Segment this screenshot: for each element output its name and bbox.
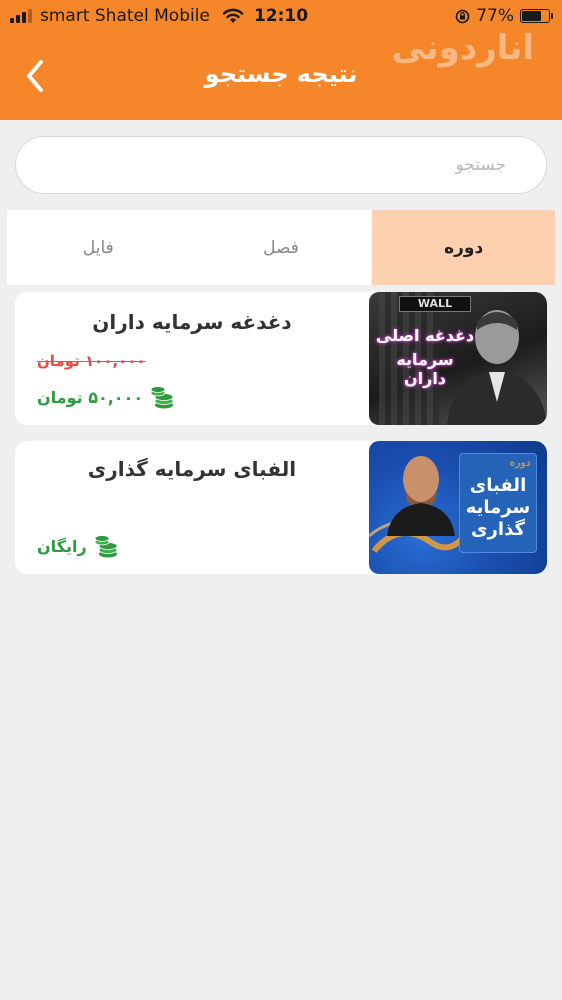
tab-file[interactable]: فایل <box>7 210 190 285</box>
old-price: ۱۰۰,۰۰۰ تومان <box>37 352 146 370</box>
battery-icon <box>520 9 553 23</box>
result-type-tabs: دوره فصل فایل <box>7 210 555 285</box>
course-thumbnail: دوره الفبای سرمایه گذاری <box>369 441 547 574</box>
coins-icon <box>150 386 174 409</box>
thumb-title-line2: سرمایه <box>465 497 531 518</box>
price-row: رایگان <box>37 533 119 559</box>
tab-chapter[interactable]: فصل <box>190 210 373 285</box>
current-price: ۵۰,۰۰۰ تومان <box>37 387 144 407</box>
course-title: دغدغه سرمایه داران <box>92 310 292 334</box>
course-title: الفبای سرمایه گذاری <box>87 457 297 481</box>
search-box <box>15 136 547 194</box>
course-thumbnail: WALL دغدغه اصلی سرمایه داران <box>369 292 547 425</box>
tab-label: فصل <box>263 237 299 258</box>
thumb-title-line1: الفبای <box>469 475 527 496</box>
thumb-title-line1: دغدغه اصلی <box>375 326 475 345</box>
thumb-title-line3: گذاری <box>471 519 525 540</box>
watermark-logo: اناردونی <box>391 28 534 68</box>
tab-label: دوره <box>444 237 484 258</box>
orientation-lock-icon <box>455 9 470 23</box>
search-input[interactable] <box>16 137 546 193</box>
current-price: رایگان <box>37 536 87 556</box>
speaker-photo <box>369 456 467 553</box>
thumb-title-line2: سرمایه داران <box>396 350 454 388</box>
coins-icon <box>94 535 118 558</box>
tab-label: فایل <box>82 237 114 258</box>
thumb-badge: دوره <box>509 456 531 469</box>
result-card[interactable]: دوره الفبای سرمایه گذاری الفبای سرمایه گ… <box>15 441 547 574</box>
battery-percent: 77% <box>476 6 514 26</box>
header-bar: smart Shatel Mobile 12:10 77% نتیجه جستج… <box>0 0 562 120</box>
result-card[interactable]: WALL دغدغه اصلی سرمایه داران دغدغه سرمای… <box>15 292 547 425</box>
price-row: ۵۰,۰۰۰ تومان <box>37 384 175 410</box>
tab-course[interactable]: دوره <box>372 210 555 285</box>
